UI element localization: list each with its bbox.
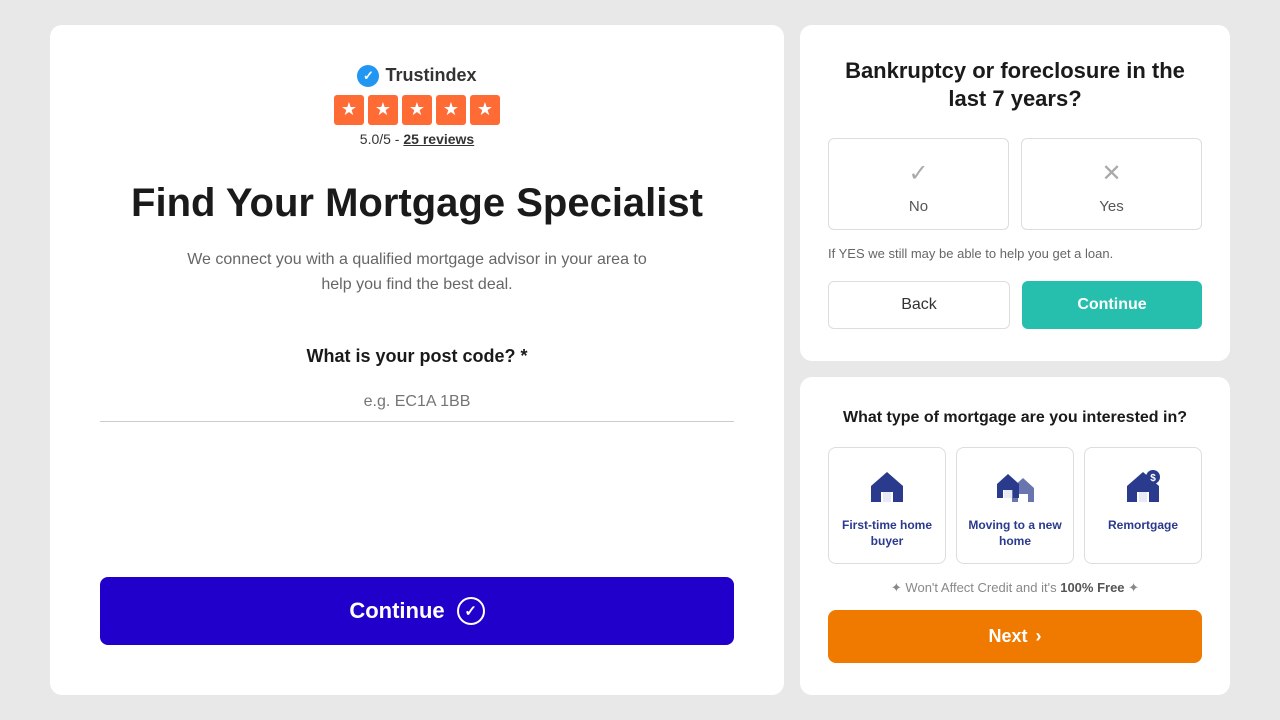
postcode-label: What is your post code? *: [100, 346, 734, 367]
bankruptcy-title: Bankruptcy or foreclosure in the last 7 …: [828, 57, 1202, 114]
right-panel: Bankruptcy or foreclosure in the last 7 …: [800, 25, 1230, 695]
left-panel: ✓ Trustindex ★ ★ ★ ★ ★ 5.0/5 - 25 review…: [50, 25, 784, 695]
mortgage-options: First-time home buyer Moving to a new ho…: [828, 447, 1202, 564]
postcode-input[interactable]: [100, 383, 734, 422]
continue-button[interactable]: Continue ✓: [100, 577, 734, 645]
next-label: Next: [988, 626, 1027, 647]
bankruptcy-continue-button[interactable]: Continue: [1022, 281, 1202, 329]
remortgage-label: Remortgage: [1108, 518, 1178, 534]
reviews-link[interactable]: 25 reviews: [403, 131, 474, 147]
continue-label: Continue: [349, 598, 444, 624]
trustindex-logo: ✓ Trustindex: [357, 65, 476, 87]
back-button[interactable]: Back: [828, 281, 1010, 329]
star-3: ★: [402, 95, 432, 125]
option-no-button[interactable]: ✓ No: [828, 138, 1009, 230]
next-button[interactable]: Next ›: [828, 610, 1202, 663]
star-1: ★: [334, 95, 364, 125]
mortgage-option-first-time[interactable]: First-time home buyer: [828, 447, 946, 564]
star-rating: ★ ★ ★ ★ ★: [334, 95, 500, 125]
bankruptcy-actions: Back Continue: [828, 281, 1202, 329]
review-text: 5.0/5 - 25 reviews: [360, 131, 474, 147]
option-yes-label: Yes: [1099, 198, 1123, 215]
svg-text:$: $: [1150, 473, 1156, 484]
trustindex-name: Trustindex: [385, 65, 476, 86]
star-5: ★: [470, 95, 500, 125]
option-no-label: No: [909, 198, 928, 215]
next-arrow-icon: ›: [1036, 626, 1042, 647]
subtitle: We connect you with a qualified mortgage…: [177, 247, 657, 298]
bankruptcy-options: ✓ No ✕ Yes: [828, 138, 1202, 230]
continue-check-icon: ✓: [457, 597, 485, 625]
mortgage-title: What type of mortgage are you interested…: [828, 409, 1202, 427]
rating-value: 5.0/5: [360, 131, 391, 147]
first-time-label: First-time home buyer: [837, 518, 937, 549]
free-bold: 100% Free: [1060, 580, 1124, 595]
mortgage-card: What type of mortgage are you interested…: [800, 377, 1230, 695]
cross-icon: ✕: [1101, 159, 1121, 188]
free-suffix: ✦: [1125, 580, 1140, 595]
trustindex-badge: ✓ Trustindex ★ ★ ★ ★ ★ 5.0/5 - 25 review…: [334, 65, 500, 147]
postcode-field-wrapper: [100, 383, 734, 422]
moving-label: Moving to a new home: [965, 518, 1065, 549]
trustindex-check-icon: ✓: [357, 65, 379, 87]
first-time-home-icon: [866, 466, 908, 508]
rating-separator: -: [391, 131, 403, 147]
star-4: ★: [436, 95, 466, 125]
free-text: ✦ Won't Affect Credit and it's 100% Free…: [828, 580, 1202, 596]
checkmark-icon: ✓: [908, 159, 928, 188]
moving-home-icon: [994, 466, 1036, 508]
option-yes-button[interactable]: ✕ Yes: [1021, 138, 1202, 230]
if-yes-text: If YES we still may be able to help you …: [828, 246, 1202, 261]
mortgage-option-moving[interactable]: Moving to a new home: [956, 447, 1074, 564]
remortgage-icon: $: [1122, 466, 1164, 508]
free-prefix: ✦ Won't Affect Credit and it's: [891, 580, 1060, 595]
main-title: Find Your Mortgage Specialist: [131, 179, 703, 227]
bankruptcy-card: Bankruptcy or foreclosure in the last 7 …: [800, 25, 1230, 361]
mortgage-option-remortgage[interactable]: $ Remortgage: [1084, 447, 1202, 564]
star-2: ★: [368, 95, 398, 125]
page-container: ✓ Trustindex ★ ★ ★ ★ ★ 5.0/5 - 25 review…: [50, 25, 1230, 695]
